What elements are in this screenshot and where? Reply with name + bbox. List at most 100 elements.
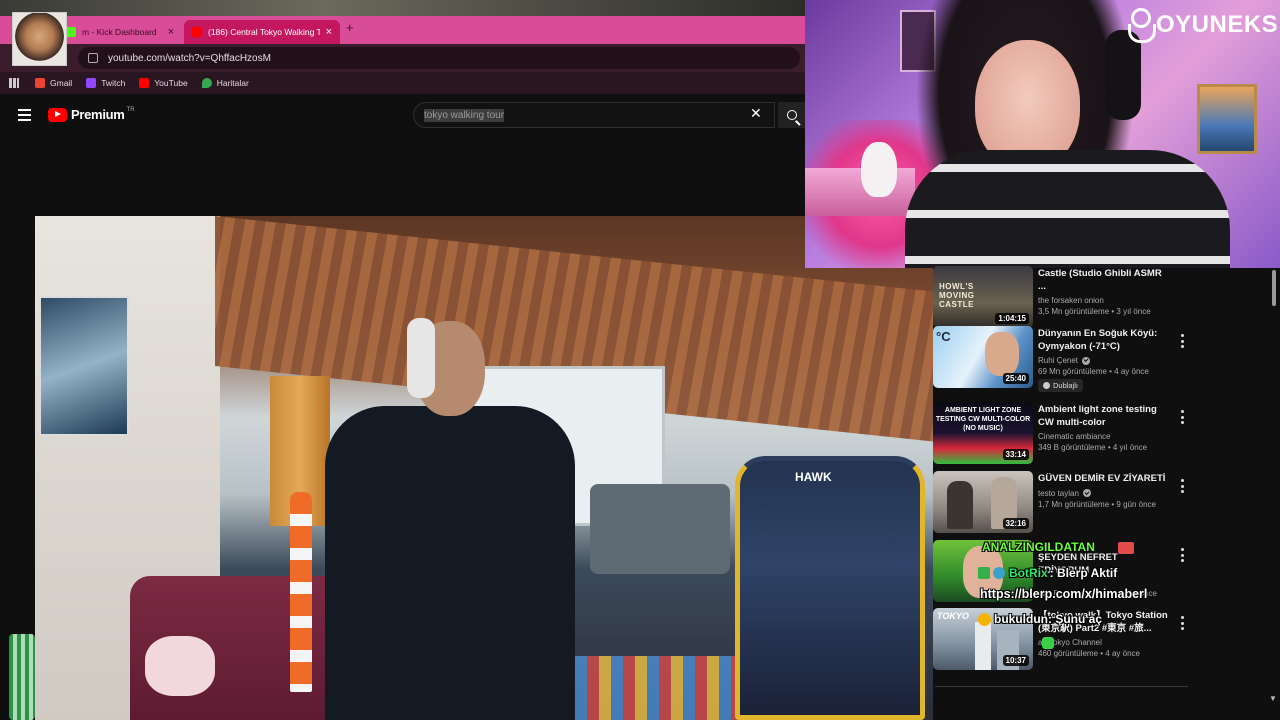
bookmark-label: Gmail (50, 78, 73, 88)
decorative-overlay (9, 634, 35, 720)
search-button[interactable] (778, 102, 805, 128)
channel-name[interactable]: testo taylan (1038, 489, 1168, 498)
apps-grid-icon[interactable] (9, 78, 19, 88)
gmail-icon (35, 78, 45, 88)
chat-text: : Blerp Aktif (1049, 566, 1118, 580)
webcam-overlay: OYUNEKS (805, 0, 1280, 268)
video-meta: GÜVEN DEMİR EV ZİYARETİ testo taylan 1,7… (1038, 473, 1168, 509)
webcam-headset (1105, 30, 1141, 120)
search-icon (786, 110, 797, 120)
list-item[interactable]: 32:16 GÜVEN DEMİR EV ZİYARETİ testo tayl… (933, 471, 1273, 539)
site-settings-icon[interactable] (88, 53, 98, 63)
chat-link: https://blerp.com/x/himaberl (980, 587, 1148, 601)
video-meta: Ambient light zone testing CW multi-colo… (1038, 404, 1168, 452)
duration-badge: 1:04:15 (995, 313, 1029, 324)
video-player[interactable]: HAWK (35, 216, 933, 720)
logo-text: Premium (71, 107, 125, 122)
search-input[interactable]: tokyo walking tour (413, 102, 775, 128)
scrollbar-thumb[interactable] (1272, 270, 1276, 306)
video-thumbnail[interactable]: 32:16 (933, 471, 1033, 533)
channel-label: testo taylan (1038, 488, 1079, 498)
video-title[interactable]: Castle (Studio Ghibli ASMR ... (1038, 268, 1168, 293)
video-title[interactable]: GÜVEN DEMİR EV ZİYARETİ (1038, 473, 1168, 486)
thumbnail-person (947, 481, 973, 529)
more-options-icon[interactable] (1181, 334, 1185, 348)
list-item[interactable]: HOWL'S MOVING CASTLE 1:04:15 Castle (Stu… (933, 266, 1273, 334)
duration-badge: 25:40 (1002, 373, 1029, 384)
bookmark-twitch[interactable]: Twitch (86, 78, 125, 88)
clear-search-icon[interactable]: ✕ (750, 105, 762, 122)
bookmark-maps[interactable]: Haritalar (201, 78, 249, 88)
bookmark-gmail[interactable]: Gmail (35, 78, 72, 88)
twitch-icon (86, 78, 97, 88)
bookmark-label: YouTube (154, 78, 188, 88)
duration-badge: 10:37 (1002, 655, 1029, 666)
channel-name[interactable]: Cinematic ambiance (1038, 432, 1168, 441)
thumbnail-text: HOWL'S MOVING CASTLE (939, 282, 975, 309)
address-bar: youtube.com/watch?v=QhffacHzosM (0, 44, 805, 72)
tab-kick-dashboard[interactable]: m - Kick Dashboard × (58, 20, 182, 44)
duration-badge: 32:16 (1002, 518, 1029, 529)
moderator-badge-icon (978, 567, 990, 579)
youtube-play-icon (48, 107, 67, 122)
video-cushion (145, 636, 215, 696)
video-headphones (407, 318, 435, 398)
streamer-avatar (12, 12, 67, 66)
dubbed-badge: Dublajlı (1038, 379, 1084, 392)
new-tab-button[interactable]: + (346, 20, 354, 35)
bookmark-label: Twitch (101, 78, 126, 88)
scroll-down-arrow-icon[interactable]: ▼ (1269, 694, 1277, 703)
video-traffic-cone (290, 492, 312, 692)
bookmark-label: Haritalar (216, 78, 249, 88)
webcam-sweater (905, 150, 1230, 268)
video-gaming-chair (735, 456, 925, 720)
search-query: tokyo walking tour (424, 108, 505, 122)
tab-title: (186) Central Tokyo Walking Tour (208, 27, 320, 37)
subscriber-badge-icon (978, 612, 991, 626)
video-couch (590, 484, 730, 574)
video-thumbnail[interactable]: °C 25:40 (933, 326, 1033, 388)
verified-icon (1082, 356, 1091, 365)
tab-title: m - Kick Dashboard (82, 27, 157, 37)
thumbnail-text: TOKYO (937, 611, 969, 621)
bot-badge-icon (993, 567, 1005, 579)
menu-icon[interactable] (18, 109, 31, 121)
chat-overlay: ANALZINGILDATAN BotRix : Blerp Aktif htt… (978, 540, 1188, 650)
thumbnail-face (985, 332, 1019, 376)
region-code: TR (126, 107, 135, 113)
list-item[interactable]: AMBIENT LIGHT ZONE TESTING CW MULTI-COLO… (933, 402, 1273, 470)
duration-badge: 33:14 (1002, 449, 1029, 460)
video-title[interactable]: Ambient light zone testing CW multi-colo… (1038, 404, 1168, 429)
more-options-icon[interactable] (1181, 410, 1185, 424)
video-title[interactable]: Dünyanın En Soğuk Köyü: Oymyakon (-71°C) (1038, 328, 1168, 353)
video-stats: 349 B görüntüleme • 4 yıl önce (1038, 443, 1148, 452)
close-icon[interactable]: × (326, 26, 332, 38)
video-thumbnail[interactable]: HOWL'S MOVING CASTLE 1:04:15 (933, 266, 1033, 328)
video-thumbnail[interactable]: AMBIENT LIGHT ZONE TESTING CW MULTI-COLO… (933, 402, 1033, 464)
youtube-header: Premium TR tokyo walking tour ✕ (0, 94, 805, 136)
thumbnail-text: °C (936, 329, 951, 344)
url-input[interactable]: youtube.com/watch?v=QhffacHzosM (78, 47, 800, 69)
thumbnail-text: AMBIENT LIGHT ZONE TESTING CW MULTI-COLO… (935, 407, 1031, 432)
sidebar-scrollbar[interactable] (1271, 268, 1277, 720)
chat-message: bukuldun : Şunu aç (978, 612, 1102, 626)
video-poster (39, 296, 129, 436)
video-stats: 1,7 Mn görüntüleme • 9 gün önce (1038, 499, 1156, 509)
chat-emote (1118, 542, 1134, 554)
close-icon[interactable]: × (168, 26, 174, 38)
video-stats: 69 Mn görüntüleme • 4 ay önce (1038, 367, 1149, 376)
channel-name[interactable]: Ruhi Çenet (1038, 356, 1168, 365)
bookmark-youtube[interactable]: YouTube (139, 78, 188, 88)
channel-logo: OYUNEKS (1128, 8, 1278, 43)
url-text: youtube.com/watch?v=QhffacHzosM (108, 52, 271, 64)
list-item[interactable]: °C 25:40 Dünyanın En Soğuk Köyü: Oymyako… (933, 326, 1273, 394)
channel-name[interactable]: the forsaken onion (1038, 296, 1168, 305)
video-person (325, 406, 575, 720)
more-options-icon[interactable] (1181, 479, 1185, 493)
youtube-premium-logo[interactable]: Premium TR (48, 107, 135, 122)
chat-text: : Şunu aç (1048, 612, 1103, 626)
channel-label: Ruhi Çenet (1038, 356, 1079, 365)
chat-message: BotRix : Blerp Aktif (978, 566, 1117, 580)
tab-youtube-video[interactable]: (186) Central Tokyo Walking Tour × (184, 20, 340, 44)
video-stats: 3,5 Mn görüntüleme • 3 yıl önce (1038, 307, 1151, 316)
